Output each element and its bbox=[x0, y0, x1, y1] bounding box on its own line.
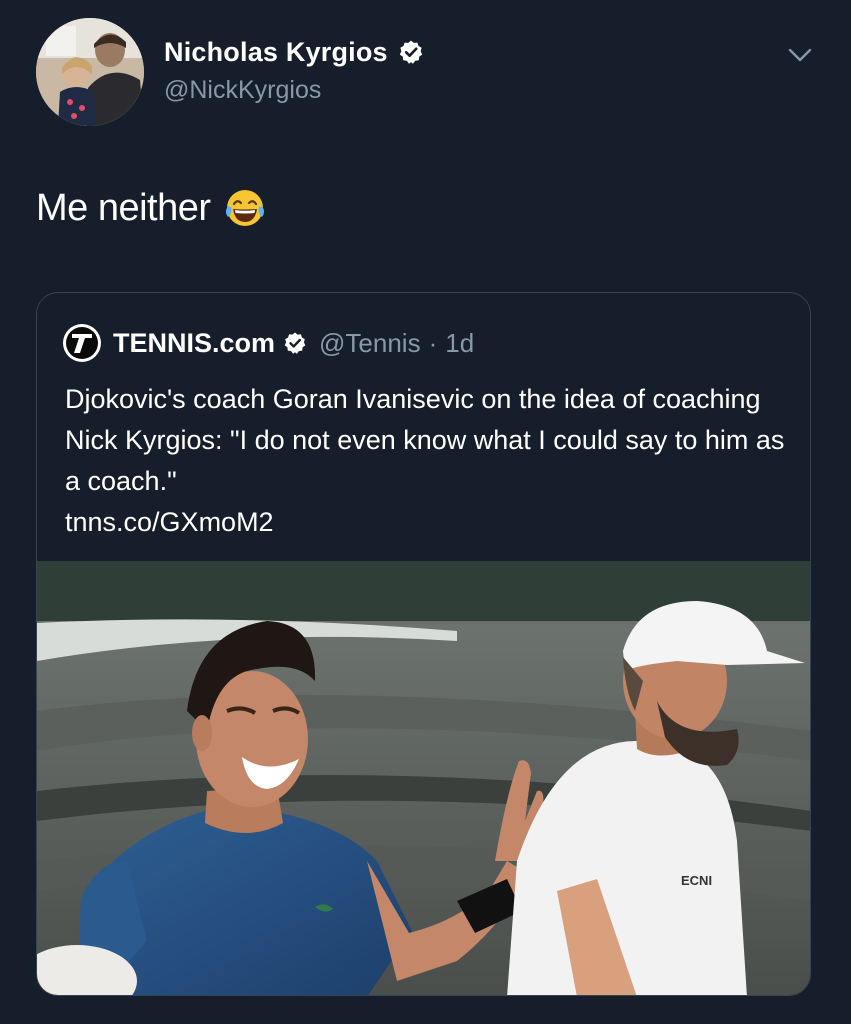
tweet-text-content: Me neither bbox=[36, 186, 211, 229]
face-with-tears-of-joy-icon bbox=[225, 190, 264, 226]
quoted-handle[interactable]: @Tennis bbox=[319, 328, 421, 359]
quoted-tweet-text: Djokovic's coach Goran Ivanisevic on the… bbox=[65, 379, 795, 543]
quoted-text-content: Djokovic's coach Goran Ivanisevic on the… bbox=[65, 384, 785, 496]
avatar-photo bbox=[36, 18, 144, 126]
tennis-com-logo-icon[interactable] bbox=[63, 324, 101, 362]
tweet-author: Nicholas Kyrgios @NickKyrgios bbox=[164, 36, 424, 105]
quoted-separator: · bbox=[428, 327, 438, 358]
author-name[interactable]: Nicholas Kyrgios bbox=[164, 37, 388, 68]
verified-badge-icon bbox=[399, 40, 422, 64]
quoted-link[interactable]: tnns.co/GXmoM2 bbox=[65, 502, 795, 543]
quoted-tweet-header: TENNIS.com @Tennis · 1d bbox=[63, 323, 474, 363]
shirt-print-text: ECNI bbox=[681, 873, 712, 888]
tweet-text: Me neither bbox=[36, 186, 267, 230]
quoted-tweet-card[interactable]: TENNIS.com @Tennis · 1d Djokovic's coach… bbox=[36, 292, 811, 996]
tweet: Nicholas Kyrgios @NickKyrgios Me neither bbox=[0, 0, 851, 1024]
author-name-row: Nicholas Kyrgios bbox=[164, 36, 424, 68]
author-handle[interactable]: @NickKyrgios bbox=[164, 76, 424, 105]
quoted-source-name[interactable]: TENNIS.com bbox=[113, 328, 275, 359]
quoted-media-photo[interactable]: ECNI bbox=[37, 561, 810, 995]
tennis-players-photo: ECNI bbox=[37, 561, 810, 995]
chevron-down-icon[interactable] bbox=[786, 44, 814, 66]
author-avatar[interactable] bbox=[36, 18, 144, 126]
verified-badge-icon bbox=[284, 332, 306, 354]
quoted-timestamp[interactable]: 1d bbox=[445, 328, 474, 359]
